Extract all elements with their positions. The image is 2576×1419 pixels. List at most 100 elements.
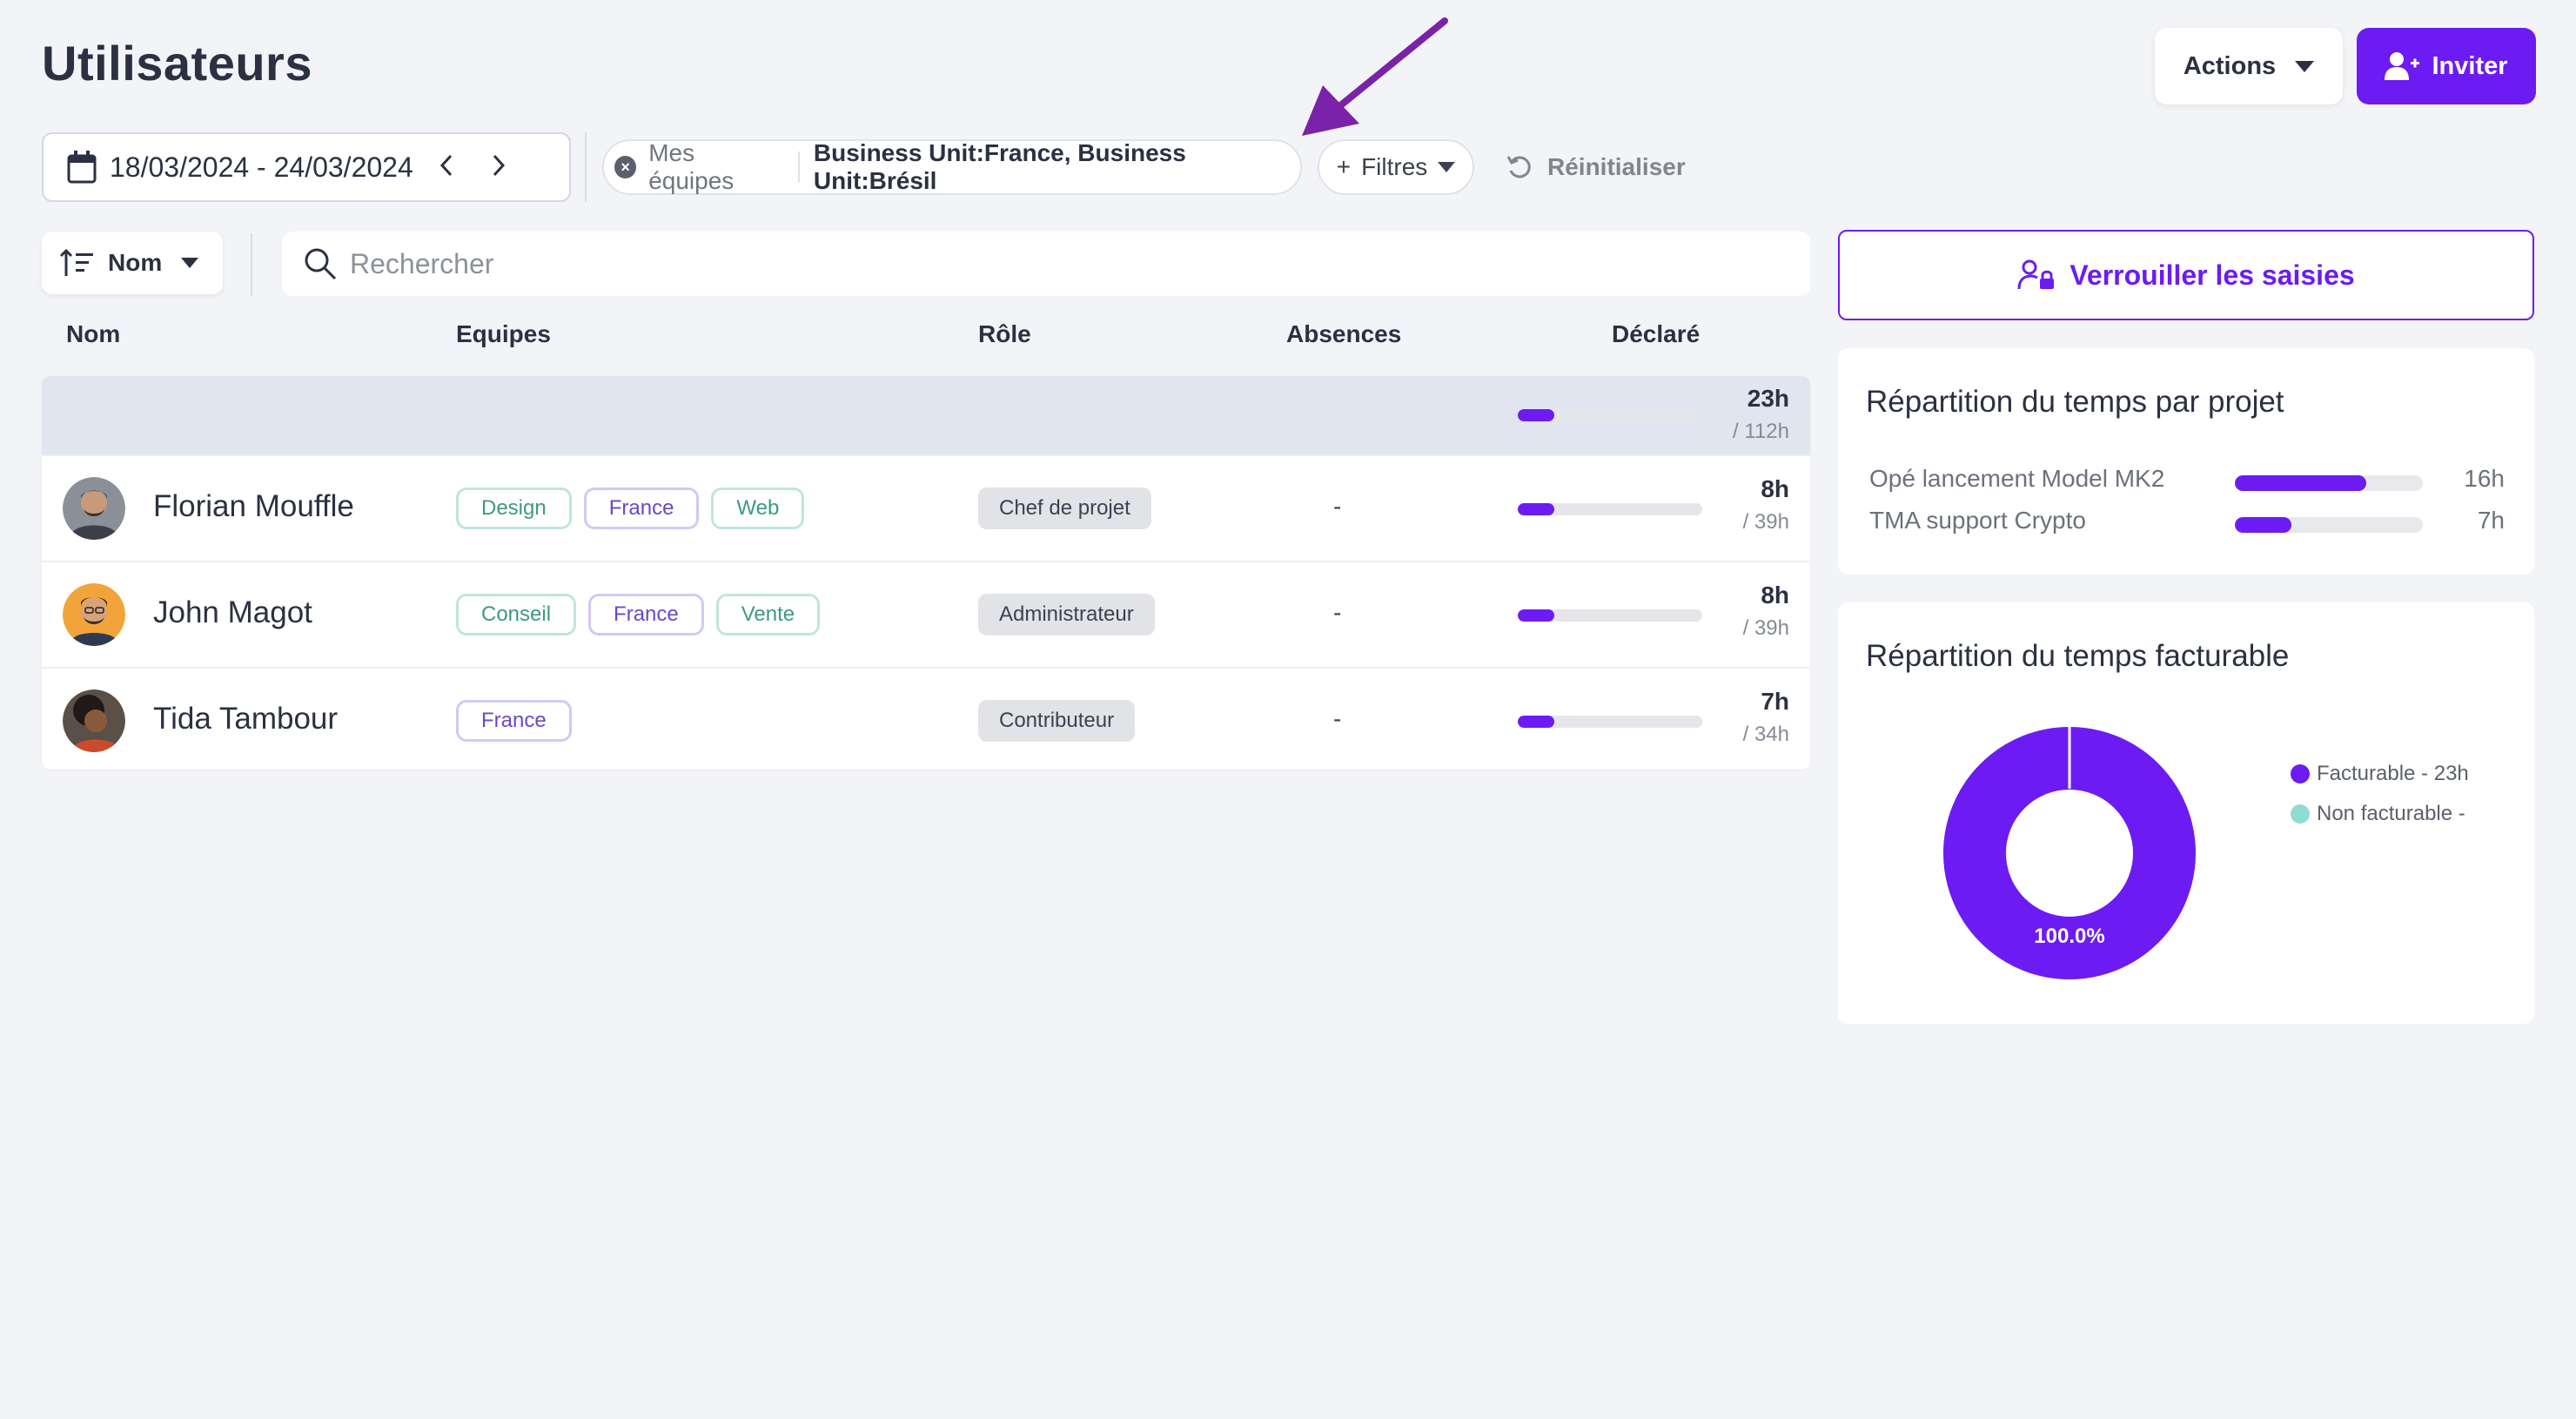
sort-label: Nom [108,249,163,276]
billable-legend: Facturable - 23h Non facturable - [2291,754,2469,834]
avatar [63,477,125,540]
project-progress-bar [2235,517,2423,533]
team-tag: France [588,594,704,636]
lock-entries-button[interactable]: Verrouiller les saisies [1838,230,2534,320]
reset-icon [1506,156,1531,178]
project-row: TMA support Crypto 7h [1869,505,2505,540]
team-tag: Vente [715,594,821,636]
total-hours: / 39h [1742,510,1789,534]
column-header-declare[interactable]: Déclaré [1612,320,1700,348]
sort-icon [59,248,93,276]
search-input[interactable] [350,247,1655,280]
actions-button[interactable]: Actions [2155,28,2343,104]
team-tag: France [583,488,700,529]
declared-hours: 23h [1747,385,1789,412]
divider [251,233,252,296]
progress-fill [1518,409,1555,421]
team-tags: Design France Web [456,488,805,529]
column-header-nom[interactable]: Nom [66,320,120,348]
caret-down-icon [1438,162,1456,172]
table-row[interactable]: Tida Tambour France Contributeur - 7h / … [42,667,1810,770]
role-badge: Chef de projet [978,488,1151,529]
declared-hours: 7h [1761,688,1789,715]
filters-label: Filtres [1361,153,1428,180]
absences-value: - [1333,705,1342,732]
project-hours: 7h [2477,507,2505,534]
chevron-left-icon[interactable] [439,151,453,184]
remove-filter-icon[interactable]: × [614,156,637,178]
teams-chip-key: Mes équipes [648,139,735,194]
progress-bar [1518,609,1702,622]
teams-filter-chip[interactable]: × Mes équipes Business Unit:France, Busi… [602,139,1302,195]
invite-label: Inviter [2432,51,2508,80]
chip-divider [797,151,800,183]
avatar [63,689,125,752]
project-name: Opé lancement Model MK2 [1869,465,2165,492]
column-header-equipes[interactable]: Equipes [456,320,551,348]
teams-chip-value: Business Unit:France, Business Unit:Brés… [813,139,1186,194]
search-box[interactable] [282,232,1810,296]
hours-cell: 8h / 39h [1743,582,1789,641]
hours-cell: 7h / 34h [1743,688,1789,747]
chevron-right-icon[interactable] [492,151,506,184]
team-tag: Web [711,488,805,529]
progress-fill [1518,503,1555,515]
project-progress-fill [2235,517,2291,533]
role-badge: Contributeur [978,700,1136,742]
team-tags: France [456,700,572,742]
team-tag: Design [456,488,572,529]
table-row[interactable]: John Magot Conseil France Vente Administ… [42,561,1810,667]
billable-card-title: Répartition du temps facturable [1866,639,2290,673]
team-tag: France [456,700,572,742]
reset-label: Réinitialiser [1547,153,1686,180]
declared-hours: 8h [1761,582,1789,609]
project-row: Opé lancement Model MK2 16h [1869,463,2505,498]
progress-bar [1518,716,1702,728]
invite-button[interactable]: Inviter [2357,28,2536,104]
total-hours: / 39h [1742,616,1789,640]
add-user-icon [2385,52,2420,80]
user-name[interactable]: Tida Tambour [153,702,338,736]
progress-fill [1518,716,1555,728]
progress-bar [1518,409,1702,421]
projects-card-title: Répartition du temps par projet [1866,385,2284,419]
column-header-absences[interactable]: Absences [1286,320,1401,348]
legend-dot [2291,764,2310,783]
user-name[interactable]: John Magot [153,595,312,630]
sort-button[interactable]: Nom [42,232,223,294]
table-row[interactable]: Florian Mouffle Design France Web Chef d… [42,454,1810,561]
column-header-role[interactable]: Rôle [978,320,1031,348]
lock-entries-label: Verrouiller les saisies [2070,259,2355,291]
caret-down-icon [181,258,199,268]
filters-button[interactable]: + Filtres [1318,139,1474,195]
project-progress-fill [2235,475,2367,491]
project-hours: 16h [2464,465,2505,492]
date-range-picker[interactable]: 18/03/2024 - 24/03/2024 [42,132,571,202]
legend-item[interactable]: Facturable - 23h [2291,754,2469,794]
declared-hours: 8h [1761,475,1789,502]
annotation-arrow-icon [1302,17,1448,136]
user-lock-icon [2017,259,2055,290]
hours-cell: 8h / 39h [1743,475,1789,535]
plus-icon: + [1336,153,1352,180]
actions-label: Actions [2183,51,2277,80]
absences-value: - [1333,493,1342,520]
reset-button[interactable]: Réinitialiser [1506,146,1686,188]
legend-dot [2291,804,2310,824]
users-table: 23h / 112h Florian Mouffle Design France… [42,376,1810,770]
project-progress-bar [2235,475,2423,491]
user-name[interactable]: Florian Mouffle [153,489,354,524]
hours-cell: 23h / 112h [1733,385,1789,444]
page-title: Utilisateurs [42,36,312,91]
legend-label: Non facturable - [2317,802,2465,825]
billable-donut-chart: 100.0% [1943,726,2196,979]
total-hours: / 112h [1733,420,1789,443]
team-tag: Conseil [456,594,577,636]
project-name: TMA support Crypto [1869,507,2086,534]
summary-row: 23h / 112h [42,376,1810,454]
legend-label: Facturable - 23h [2317,762,2469,785]
legend-item[interactable]: Non facturable - [2291,794,2469,834]
caret-down-icon [2295,60,2315,72]
absences-value: - [1333,599,1342,626]
date-range-value: 18/03/2024 - 24/03/2024 [110,151,413,183]
